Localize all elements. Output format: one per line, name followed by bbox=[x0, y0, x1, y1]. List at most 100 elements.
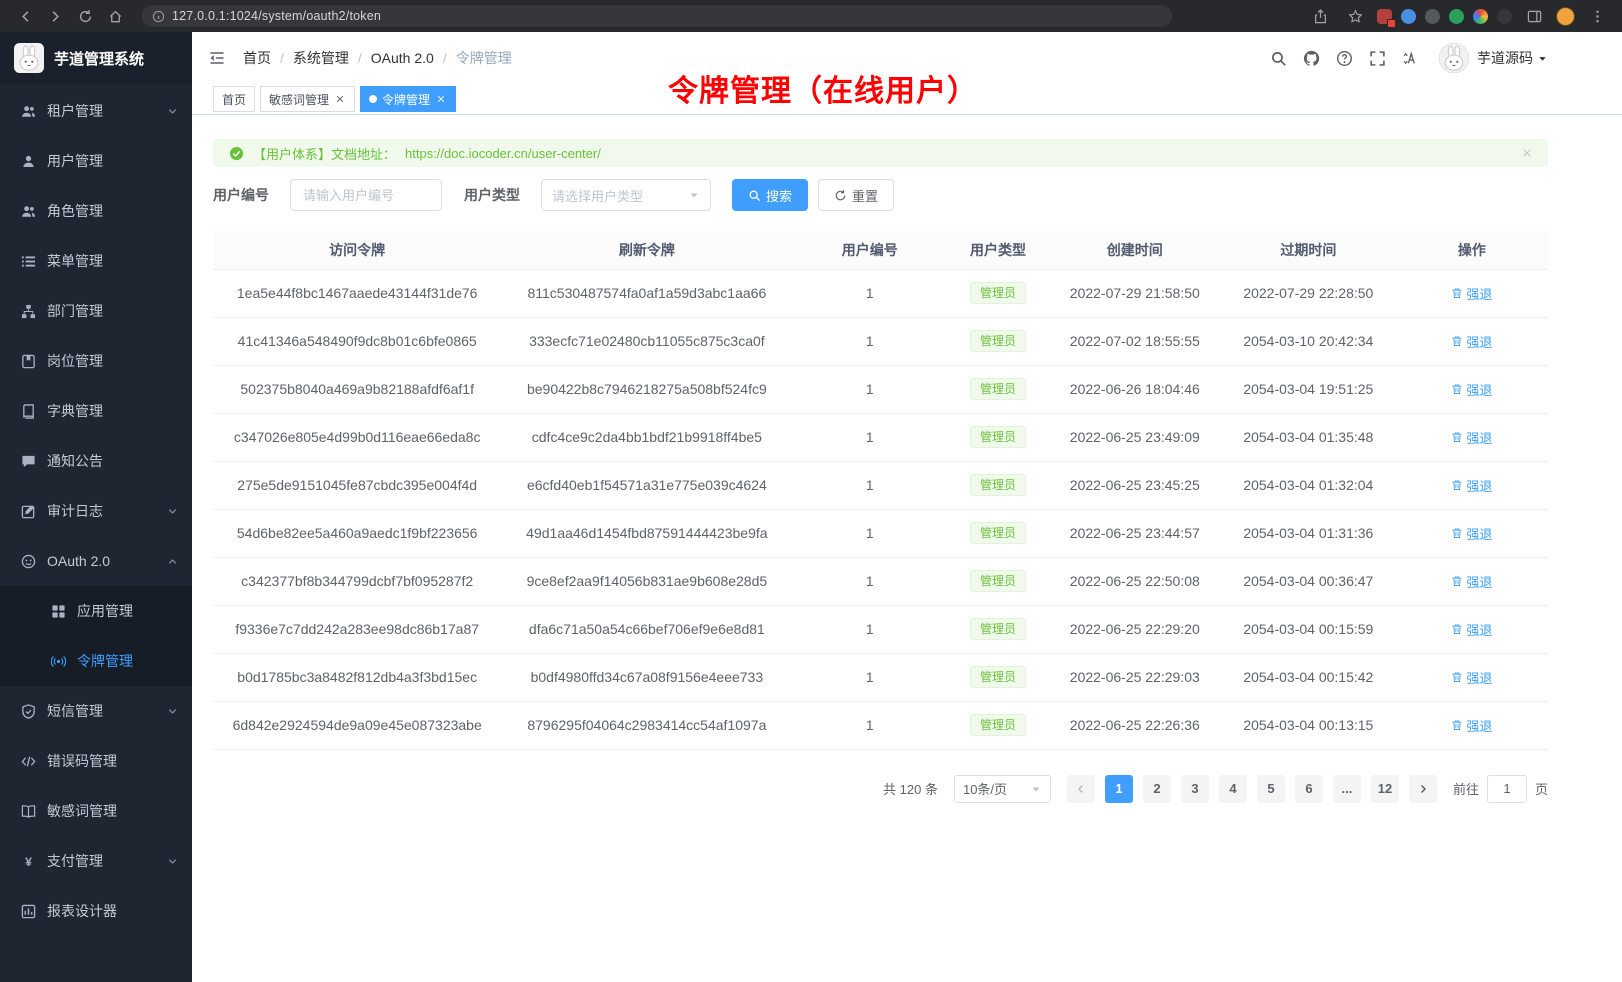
pagination-more-button[interactable]: ... bbox=[1333, 775, 1361, 803]
sidebar-item-sensitive-word[interactable]: 敏感词管理 bbox=[0, 786, 192, 836]
pagination-page-12[interactable]: 12 bbox=[1371, 775, 1399, 803]
column-header: 访问令牌 bbox=[213, 231, 501, 269]
cell-expire-time: 2054-03-10 20:42:34 bbox=[1221, 317, 1396, 365]
sidebar-item-role[interactable]: 角色管理 bbox=[0, 186, 192, 236]
browser-menu-icon[interactable] bbox=[1584, 3, 1610, 29]
force-logout-button[interactable]: 强退 bbox=[1451, 476, 1492, 495]
address-bar[interactable]: 127.0.0.1:1024/system/oauth2/token bbox=[142, 5, 1172, 27]
sidebar-item-dept[interactable]: 部门管理 bbox=[0, 286, 192, 336]
sidebar-item-sms[interactable]: 短信管理 bbox=[0, 686, 192, 736]
user-id-input[interactable] bbox=[290, 179, 442, 211]
forward-icon[interactable] bbox=[42, 3, 68, 29]
sidebar-item-menu[interactable]: 菜单管理 bbox=[0, 236, 192, 286]
font-size-icon[interactable] bbox=[1394, 42, 1427, 75]
force-logout-button[interactable]: 强退 bbox=[1451, 716, 1492, 735]
user-type-tag: 管理员 bbox=[970, 282, 1026, 304]
user-type-select[interactable]: 请选择用户类型 bbox=[541, 179, 711, 211]
cell-user-id: 1 bbox=[792, 605, 947, 653]
search-icon[interactable] bbox=[1262, 42, 1295, 75]
sidebar-item-audit-log[interactable]: 审计日志 bbox=[0, 486, 192, 536]
sidebar-item-oauth2[interactable]: OAuth 2.0 bbox=[0, 536, 192, 586]
cell-user-id: 1 bbox=[792, 269, 947, 317]
site-info-icon[interactable] bbox=[152, 10, 165, 23]
force-logout-button[interactable]: 强退 bbox=[1451, 332, 1492, 351]
cell-action: 强退 bbox=[1396, 605, 1548, 653]
browser-profile-avatar[interactable] bbox=[1556, 7, 1575, 26]
goto-page-input[interactable] bbox=[1487, 775, 1527, 803]
cell-access-token: 41c41346a548490f9dc8b01c6bfe0865 bbox=[213, 317, 501, 365]
share-icon[interactable] bbox=[1307, 3, 1333, 29]
sidebar-item-report[interactable]: 报表设计器 bbox=[0, 886, 192, 936]
extension-icon[interactable] bbox=[1473, 9, 1488, 24]
sidebar-item-user[interactable]: 用户管理 bbox=[0, 136, 192, 186]
breadcrumb-item[interactable]: 首页 bbox=[243, 48, 271, 68]
sidebar-item-post[interactable]: 岗位管理 bbox=[0, 336, 192, 386]
fullscreen-icon[interactable] bbox=[1361, 42, 1394, 75]
sidebar-item-pay[interactable]: ¥支付管理 bbox=[0, 836, 192, 886]
page-size-select[interactable]: 10条/页 bbox=[954, 775, 1051, 803]
sidebar-item-notice[interactable]: 通知公告 bbox=[0, 436, 192, 486]
alert-doc-link[interactable]: https://doc.iocoder.cn/user-center/ bbox=[405, 146, 601, 161]
delete-icon bbox=[1451, 575, 1463, 587]
reset-button[interactable]: 重置 bbox=[818, 179, 894, 211]
sidebar-item-label: 审计日志 bbox=[47, 501, 167, 521]
extension-icon[interactable] bbox=[1401, 9, 1416, 24]
chevron-down-icon bbox=[167, 506, 178, 517]
table-row: 6d842e2924594de9a09e45e087323abe8796295f… bbox=[213, 701, 1548, 749]
tab-close-icon[interactable] bbox=[334, 93, 346, 105]
force-logout-button[interactable]: 强退 bbox=[1451, 524, 1492, 543]
breadcrumb-item[interactable]: OAuth 2.0 bbox=[371, 50, 434, 66]
caret-down-icon[interactable] bbox=[1537, 53, 1548, 64]
extension-icon[interactable] bbox=[1425, 9, 1440, 24]
search-button-label: 搜索 bbox=[766, 186, 792, 205]
cell-access-token: c347026e805e4d99b0d116eae66eda8c bbox=[213, 413, 501, 461]
sidebar-item-error-code[interactable]: 错误码管理 bbox=[0, 736, 192, 786]
sidebar-item-oauth2-app[interactable]: 应用管理 bbox=[0, 586, 192, 636]
delete-icon bbox=[1451, 479, 1463, 491]
cell-create-time: 2022-06-25 22:50:08 bbox=[1049, 557, 1221, 605]
pagination-goto: 前往 页 bbox=[1453, 775, 1548, 803]
home-icon[interactable] bbox=[102, 3, 128, 29]
force-logout-button[interactable]: 强退 bbox=[1451, 668, 1492, 687]
breadcrumb-item[interactable]: 系统管理 bbox=[293, 48, 349, 68]
search-button[interactable]: 搜索 bbox=[732, 179, 808, 211]
extension-icon[interactable] bbox=[1377, 9, 1392, 24]
user-avatar[interactable] bbox=[1439, 43, 1469, 73]
force-logout-button[interactable]: 强退 bbox=[1451, 620, 1492, 639]
tab-sensitive-word[interactable]: 敏感词管理 bbox=[260, 86, 355, 112]
force-logout-button[interactable]: 强退 bbox=[1451, 428, 1492, 447]
bookmark-star-icon[interactable] bbox=[1342, 3, 1368, 29]
alert-banner: 【用户体系】文档地址： https://doc.iocoder.cn/user-… bbox=[213, 139, 1548, 167]
tab-home[interactable]: 首页 bbox=[213, 86, 255, 112]
force-logout-label: 强退 bbox=[1466, 428, 1492, 447]
reload-icon[interactable] bbox=[72, 3, 98, 29]
breadcrumb-item[interactable]: 令牌管理 bbox=[456, 48, 512, 68]
force-logout-button[interactable]: 强退 bbox=[1451, 380, 1492, 399]
sidebar-fold-icon[interactable] bbox=[206, 47, 228, 69]
extension-icon[interactable] bbox=[1449, 9, 1464, 24]
force-logout-button[interactable]: 强退 bbox=[1451, 572, 1492, 591]
sidebar-item-tenant[interactable]: 租户管理 bbox=[0, 86, 192, 136]
force-logout-button[interactable]: 强退 bbox=[1451, 284, 1492, 303]
sidebar-item-dict[interactable]: 字典管理 bbox=[0, 386, 192, 436]
alert-close-icon[interactable] bbox=[1521, 147, 1533, 159]
sidebar-item-oauth2-token[interactable]: 令牌管理 bbox=[0, 636, 192, 686]
pagination-next-button[interactable] bbox=[1409, 775, 1437, 803]
pagination-page-5[interactable]: 5 bbox=[1257, 775, 1285, 803]
tab-oauth2-token[interactable]: 令牌管理 bbox=[360, 86, 456, 112]
pagination-page-1[interactable]: 1 bbox=[1105, 775, 1133, 803]
user-type-placeholder: 请选择用户类型 bbox=[552, 186, 643, 205]
pagination-page-6[interactable]: 6 bbox=[1295, 775, 1323, 803]
back-icon[interactable] bbox=[12, 3, 38, 29]
pagination-prev-button[interactable] bbox=[1067, 775, 1095, 803]
side-panel-icon[interactable] bbox=[1521, 3, 1547, 29]
app-logo[interactable]: 芋道管理系统 bbox=[0, 32, 192, 84]
tab-close-icon[interactable] bbox=[435, 93, 447, 105]
pagination-page-4[interactable]: 4 bbox=[1219, 775, 1247, 803]
help-icon[interactable] bbox=[1328, 42, 1361, 75]
extension-icon[interactable] bbox=[1497, 9, 1512, 24]
github-icon[interactable] bbox=[1295, 42, 1328, 75]
cell-user-id: 1 bbox=[792, 509, 947, 557]
pagination-page-2[interactable]: 2 bbox=[1143, 775, 1171, 803]
pagination-page-3[interactable]: 3 bbox=[1181, 775, 1209, 803]
